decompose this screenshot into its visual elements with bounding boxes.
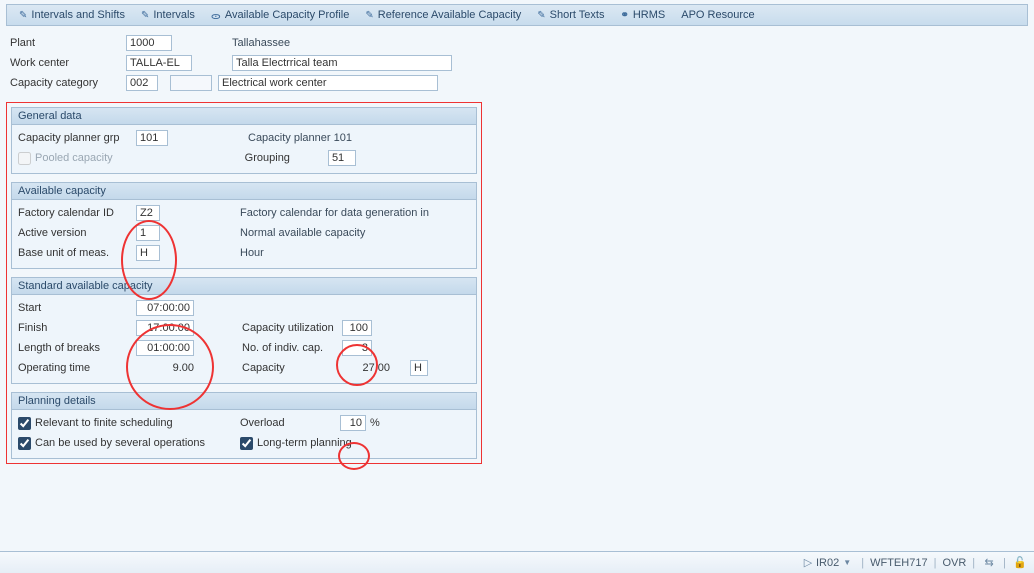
base-uom-field[interactable]: H: [136, 245, 160, 261]
finite-scheduling-checkbox[interactable]: Relevant to finite scheduling: [18, 414, 240, 432]
base-uom-label: Base unit of meas.: [18, 247, 136, 259]
breaks-label: Length of breaks: [18, 342, 136, 354]
nav-arrow-icon[interactable]: ▷: [800, 556, 816, 569]
capacity-label: Capacity: [242, 362, 342, 374]
start-label: Start: [18, 302, 136, 314]
factory-cal-desc: Factory calendar for data generation in: [240, 207, 429, 219]
cap-util-label: Capacity utilization: [242, 322, 342, 334]
finish-field[interactable]: 17:00:00: [136, 320, 194, 336]
grouping-label: Grouping: [245, 152, 290, 164]
header-fields: Plant 1000 Tallahassee Work center TALLA…: [0, 34, 1034, 92]
factory-cal-field[interactable]: Z2: [136, 205, 160, 221]
plant-label: Plant: [10, 37, 126, 49]
work-center-field[interactable]: TALLA-EL: [126, 55, 192, 71]
planner-grp-field[interactable]: 101: [136, 130, 168, 146]
cap-util-field[interactable]: 100: [342, 320, 372, 336]
optime-label: Operating time: [18, 362, 136, 374]
longterm-label: Long-term planning: [257, 437, 352, 449]
pencil-icon: ✎: [141, 10, 149, 21]
plant-field[interactable]: 1000: [126, 35, 172, 51]
btn-intervals-shifts-label: Intervals and Shifts: [31, 9, 125, 21]
active-version-desc: Normal available capacity: [240, 227, 365, 239]
btn-ref-avail-label: Reference Available Capacity: [378, 9, 522, 21]
group-general-data-title: General data: [12, 108, 476, 125]
capacity-cat-aux-field[interactable]: [170, 75, 212, 91]
plant-desc: Tallahassee: [232, 37, 290, 49]
active-version-field[interactable]: 1: [136, 225, 160, 241]
layout-icon[interactable]: ⇆: [981, 556, 997, 569]
group-available-capacity-title: Available capacity: [12, 183, 476, 200]
several-ops-input[interactable]: [18, 437, 31, 450]
pencil-icon: ✎: [19, 10, 27, 21]
finite-scheduling-label: Relevant to finite scheduling: [35, 417, 173, 429]
group-standard-capacity-title: Standard available capacity: [12, 278, 476, 295]
breaks-field[interactable]: 01:00:00: [136, 340, 194, 356]
grouping-field[interactable]: 51: [328, 150, 356, 166]
pooled-capacity-input: [18, 152, 31, 165]
btn-short-texts[interactable]: ✎ Short Texts: [529, 5, 612, 25]
status-system: WFTEH717: [870, 557, 927, 569]
btn-intervals-label: Intervals: [153, 9, 195, 21]
group-standard-capacity: Standard available capacity Start 07:00:…: [11, 277, 477, 384]
capacity-cat-desc-field[interactable]: Electrical work center: [218, 75, 438, 91]
work-center-desc-field[interactable]: Talla Electrrical team: [232, 55, 452, 71]
pencil-icon: ✎: [537, 10, 545, 21]
btn-apo[interactable]: APO Resource: [673, 5, 762, 25]
btn-hrms-label: HRMS: [633, 9, 665, 21]
btn-hrms[interactable]: ⚭ HRMS: [612, 5, 673, 25]
btn-avail-profile-label: Available Capacity Profile: [225, 9, 350, 21]
pooled-capacity-label: Pooled capacity: [35, 152, 113, 164]
pencil-icon: ✎: [365, 10, 373, 21]
link-icon: ⚭: [620, 10, 628, 21]
status-mode: OVR: [942, 557, 966, 569]
btn-intervals[interactable]: ✎ Intervals: [133, 5, 203, 25]
overload-label: Overload: [240, 417, 300, 429]
finish-label: Finish: [18, 322, 136, 334]
indiv-cap-field[interactable]: 3: [342, 340, 372, 356]
capacity-cat-label: Capacity category: [10, 77, 126, 89]
base-uom-desc: Hour: [240, 247, 264, 259]
overload-unit: %: [370, 417, 380, 429]
longterm-input[interactable]: [240, 437, 253, 450]
annotated-region: General data Capacity planner grp 101 Ca…: [6, 102, 482, 464]
planner-grp-label: Capacity planner grp: [18, 132, 136, 144]
overload-field[interactable]: 10: [340, 415, 366, 431]
work-center-label: Work center: [10, 57, 126, 69]
btn-apo-label: APO Resource: [681, 9, 754, 21]
btn-avail-profile[interactable]: ᯣ Available Capacity Profile: [203, 5, 357, 25]
capacity-cat-field[interactable]: 002: [126, 75, 158, 91]
factory-cal-label: Factory calendar ID: [18, 207, 136, 219]
capacity-value: 27.00: [342, 362, 390, 374]
group-general-data: General data Capacity planner grp 101 Ca…: [11, 107, 477, 174]
btn-ref-avail[interactable]: ✎ Reference Available Capacity: [357, 5, 529, 25]
active-version-label: Active version: [18, 227, 136, 239]
btn-short-texts-label: Short Texts: [550, 9, 605, 21]
toolbar: ✎ Intervals and Shifts ✎ Intervals ᯣ Ava…: [6, 4, 1028, 26]
pooled-capacity-checkbox: Pooled capacity: [18, 149, 113, 167]
group-planning-details-title: Planning details: [12, 393, 476, 410]
glasses-icon: ᯣ: [211, 8, 221, 22]
longterm-checkbox[interactable]: Long-term planning: [240, 434, 352, 452]
finite-scheduling-input[interactable]: [18, 417, 31, 430]
indiv-cap-label: No. of indiv. cap.: [242, 342, 342, 354]
status-tcode: IR02: [816, 557, 839, 569]
optime-value: 9.00: [136, 362, 194, 374]
several-ops-label: Can be used by several operations: [35, 437, 205, 449]
btn-intervals-shifts[interactable]: ✎ Intervals and Shifts: [11, 5, 133, 25]
group-planning-details: Planning details Relevant to finite sche…: [11, 392, 477, 459]
several-ops-checkbox[interactable]: Can be used by several operations: [18, 434, 240, 452]
planner-grp-desc: Capacity planner 101: [248, 132, 352, 144]
group-available-capacity: Available capacity Factory calendar ID Z…: [11, 182, 477, 269]
start-field[interactable]: 07:00:00: [136, 300, 194, 316]
lock-icon[interactable]: 🔓: [1012, 556, 1028, 569]
status-bar: ▷ IR02 ▼ | WFTEH717 | OVR | ⇆ | 🔓: [0, 551, 1034, 573]
capacity-unit-field[interactable]: H: [410, 360, 428, 376]
dropdown-icon[interactable]: ▼: [839, 558, 855, 567]
